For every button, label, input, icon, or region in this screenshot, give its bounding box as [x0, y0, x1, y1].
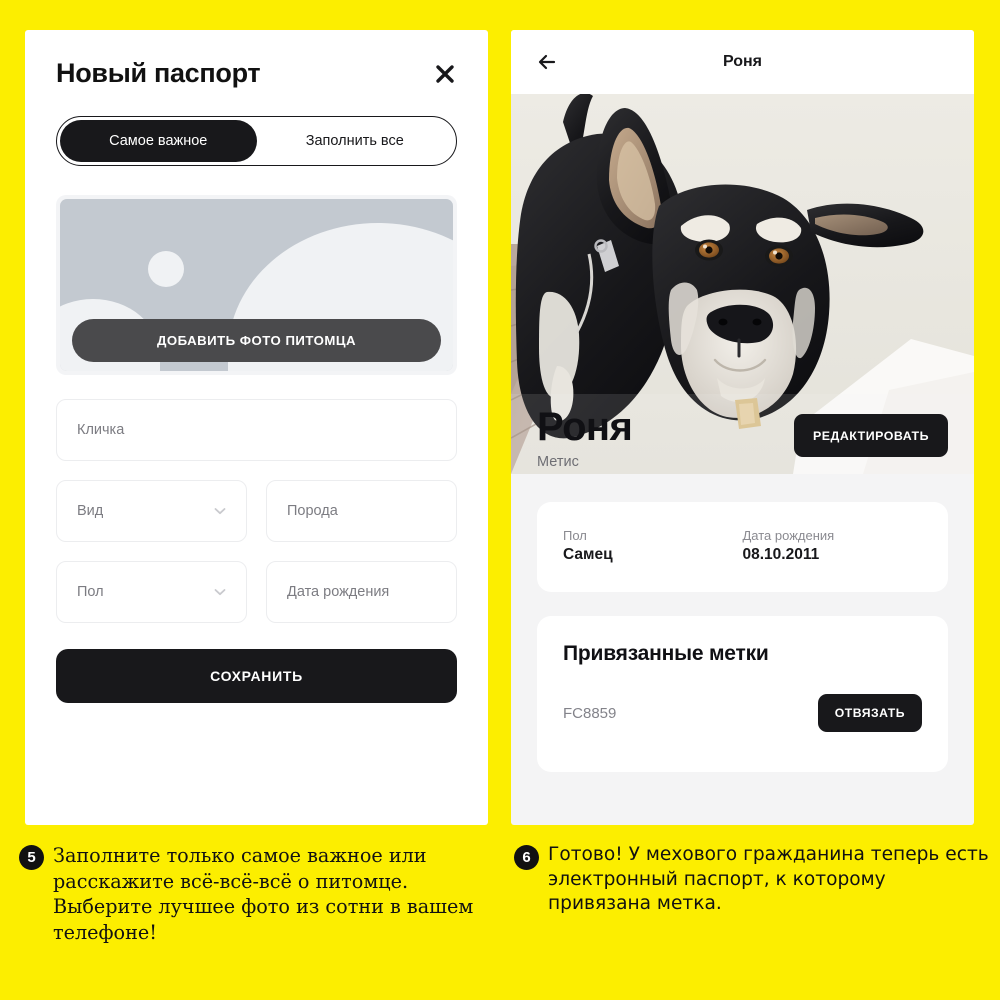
profile-topbar: Роня: [511, 30, 974, 94]
info-birthdate-value: 08.10.2011: [742, 546, 820, 563]
info-sex-label: Пол: [563, 528, 587, 543]
page-title: Новый паспорт: [56, 58, 261, 88]
breed-field[interactable]: Порода: [266, 480, 457, 542]
arrow-left-icon[interactable]: [535, 50, 559, 74]
nickname-field[interactable]: Кличка: [56, 399, 457, 461]
caption-strip: 5 Заполните только самое важное или расс…: [0, 843, 1000, 1000]
pet-info-card: Пол Самец Дата рождения 08.10.2011: [537, 502, 948, 592]
form-row-sex-birthdate: Пол Дата рождения: [56, 561, 457, 623]
tab-fill-all[interactable]: Заполнить все: [257, 120, 454, 162]
linked-tags-title: Привязанные метки: [563, 642, 769, 665]
info-birthdate-label: Дата рождения: [742, 528, 835, 543]
birthdate-placeholder: Дата рождения: [287, 584, 390, 600]
step-badge: 6: [514, 845, 539, 870]
chevron-down-icon: [212, 584, 228, 600]
pet-photo-dropzone[interactable]: ДОБАВИТЬ ФОТО ПИТОМЦА: [56, 195, 457, 375]
add-pet-photo-button[interactable]: ДОБАВИТЬ ФОТО ПИТОМЦА: [72, 319, 441, 362]
chevron-down-icon: [212, 503, 228, 519]
untie-tag-button[interactable]: ОТВЯЗАТЬ: [817, 694, 922, 732]
caption-step-5: 5 Заполните только самое важное или расс…: [0, 843, 495, 1000]
edit-button[interactable]: РЕДАКТИРОВАТЬ: [793, 414, 948, 457]
caption-step-6: 6 Готово! У мехового гражданина теперь е…: [495, 843, 1000, 1000]
linked-tags-card: Привязанные метки FC8859 ОТВЯЗАТЬ: [537, 616, 948, 772]
list-item: FC8859 ОТВЯЗАТЬ: [563, 694, 922, 732]
pet-form-fields: Кличка Вид Порода Пол Дата рождения: [56, 399, 457, 623]
pet-breed: Метис: [537, 454, 579, 470]
species-select[interactable]: Вид: [56, 480, 247, 542]
tab-most-important[interactable]: Самое важное: [60, 120, 257, 162]
info-birthdate: Дата рождения 08.10.2011: [743, 528, 923, 564]
sex-select[interactable]: Пол: [56, 561, 247, 623]
new-passport-panel: Новый паспорт Самое важное Заполнить все…: [25, 30, 488, 825]
form-header: Новый паспорт: [25, 30, 488, 89]
pet-name: Роня: [537, 405, 633, 449]
screenshot-root: Новый паспорт Самое важное Заполнить все…: [0, 0, 1000, 1000]
step-badge: 5: [19, 845, 44, 870]
info-sex-value: Самец: [563, 546, 613, 563]
birthdate-field[interactable]: Дата рождения: [266, 561, 457, 623]
caption-text: Готово! У мехового гражданина теперь ест…: [548, 844, 989, 915]
form-row-species-breed: Вид Порода: [56, 480, 457, 542]
pet-name-block: Роня Метис РЕДАКТИРОВАТЬ: [511, 406, 974, 470]
pet-identity: Роня Метис: [537, 405, 633, 470]
nickname-placeholder: Кличка: [77, 422, 125, 438]
close-icon[interactable]: [432, 61, 458, 87]
breed-placeholder: Порода: [287, 503, 338, 519]
sex-placeholder: Пол: [77, 584, 104, 600]
pet-profile-panel: Роня Роня Метис РЕДАКТИРОВАТЬ Пол Самец …: [511, 30, 974, 825]
caption-text: Заполните только самое важное или расска…: [53, 844, 474, 944]
save-button[interactable]: СОХРАНИТЬ: [56, 649, 457, 703]
profile-title: Роня: [722, 53, 763, 70]
form-mode-segmented-control[interactable]: Самое важное Заполнить все: [56, 116, 457, 166]
info-sex: Пол Самец: [563, 528, 743, 564]
species-placeholder: Вид: [77, 503, 104, 519]
tag-code: FC8859: [563, 704, 617, 722]
